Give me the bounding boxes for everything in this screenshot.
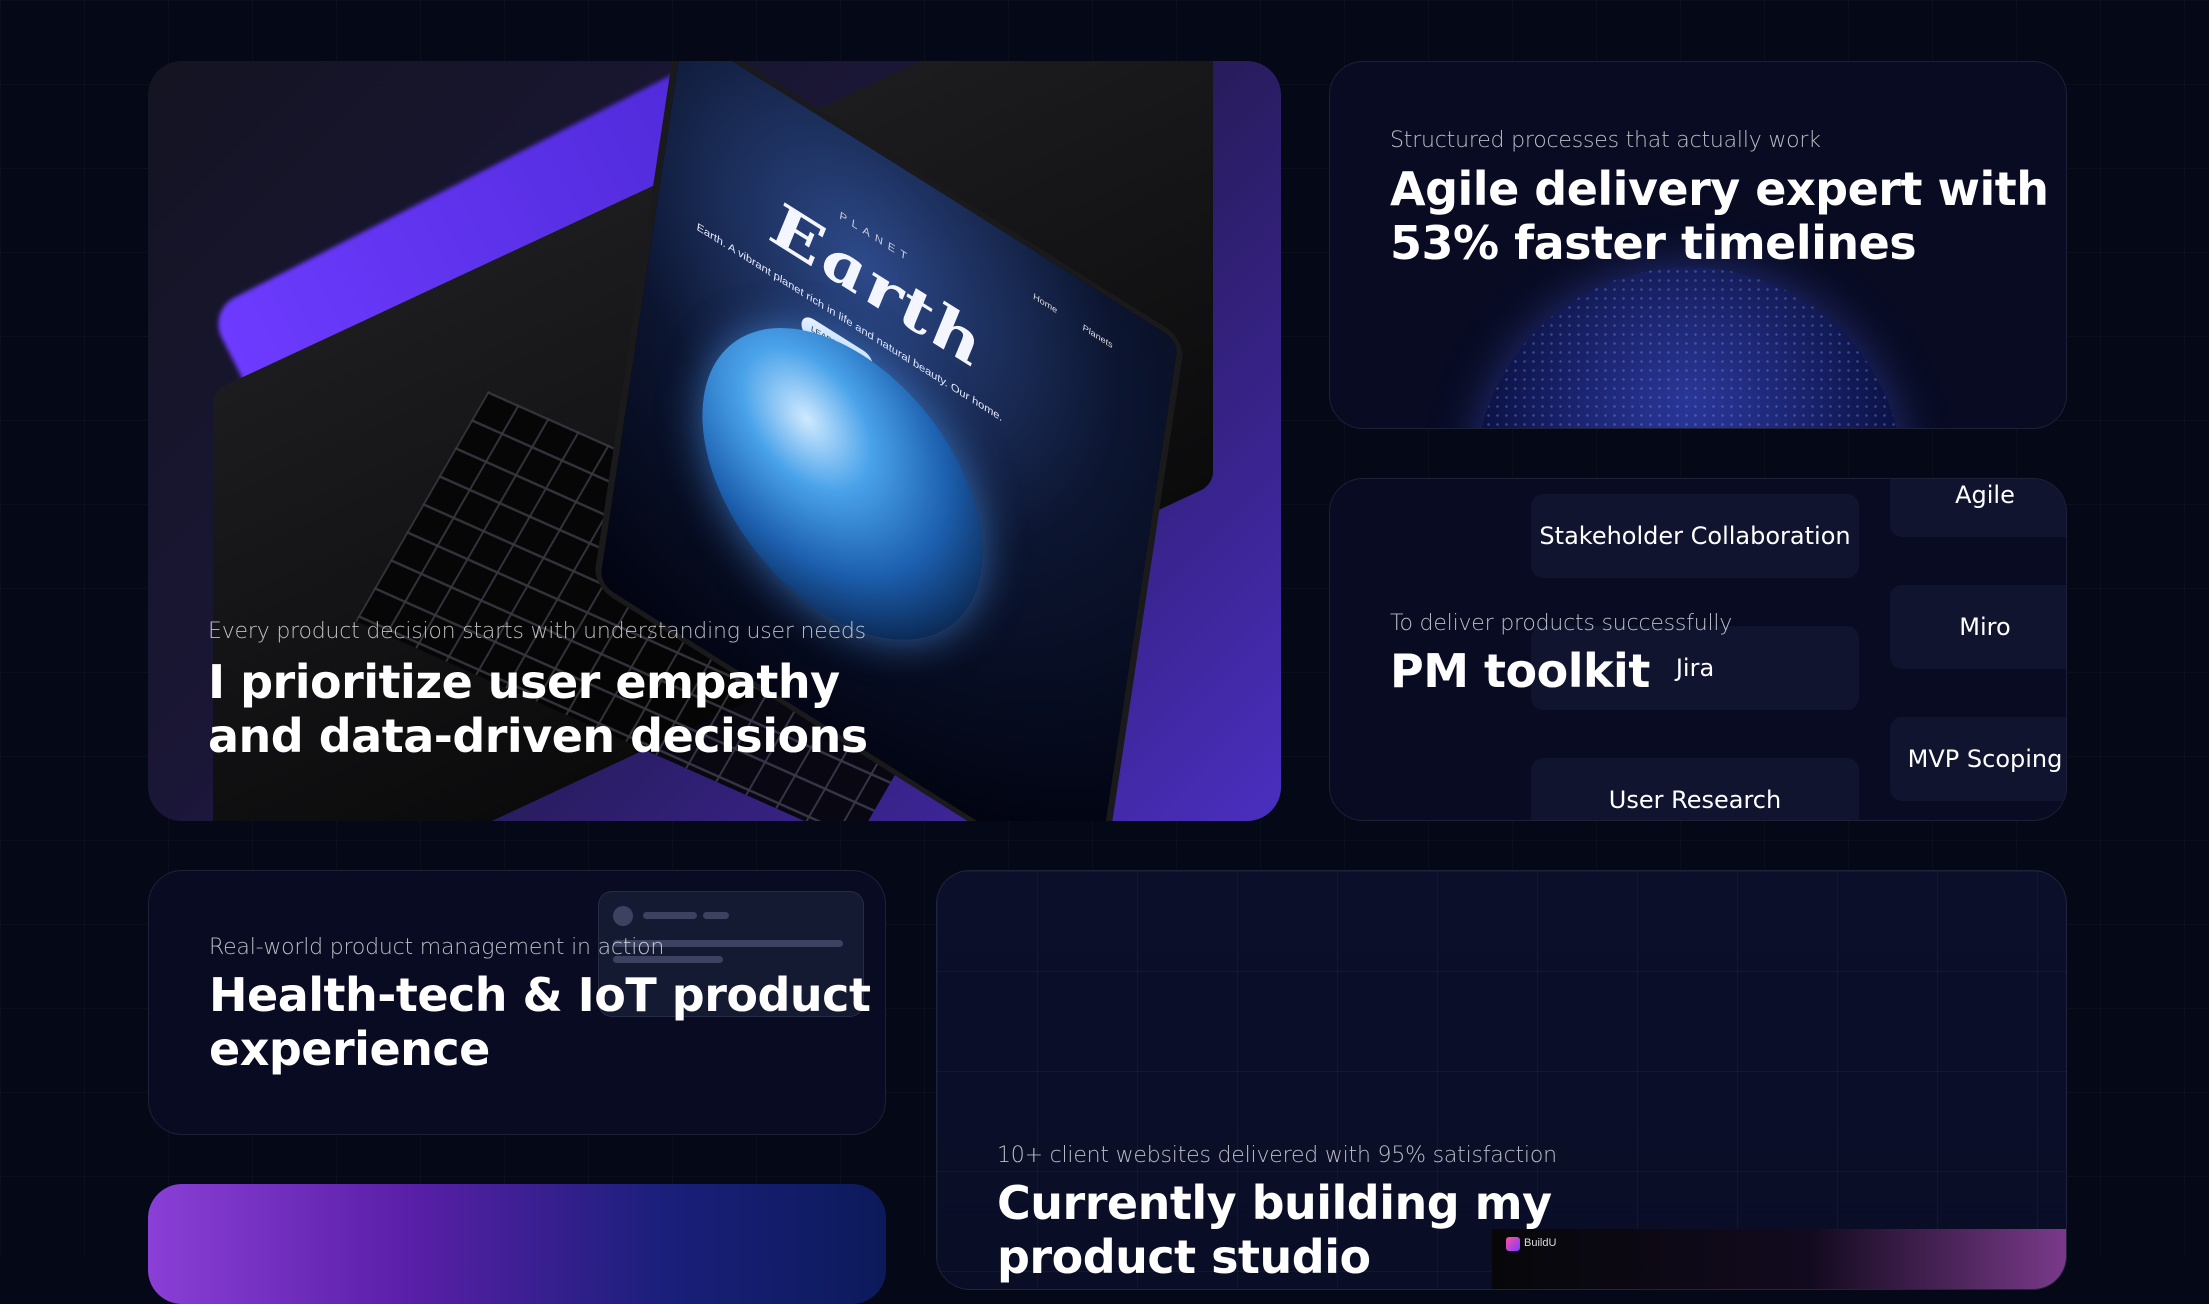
studio-website-preview: BuildU <box>1492 1229 2066 1289</box>
agile-subtitle: Structured processes that actually work <box>1390 128 1821 153</box>
studio-subtitle: 10+ client websites delivered with 95% s… <box>997 1143 1557 1168</box>
screen-nav-planets: Planets <box>1082 322 1114 351</box>
agile-heading-line1: Agile delivery expert with <box>1390 162 2049 216</box>
studio-heading-line1: Currently building my <box>997 1176 1552 1230</box>
chip-mvp-scoping: MVP Scoping <box>1890 717 2066 801</box>
empathy-subtitle: Every product decision starts with under… <box>208 619 866 644</box>
toolkit-card[interactable]: Stakeholder Collaboration Jira User Rese… <box>1329 478 2067 821</box>
health-subtitle: Real-world product management in action <box>209 935 665 960</box>
agile-card[interactable]: Structured processes that actually work … <box>1329 61 2067 429</box>
studio-preview-name: BuildU <box>1524 1237 1557 1249</box>
chip-miro: Miro <box>1890 585 2066 669</box>
bottom-gradient-card[interactable] <box>148 1184 886 1304</box>
mockup-line <box>703 912 729 919</box>
studio-card[interactable]: 10+ client websites delivered with 95% s… <box>936 870 2067 1290</box>
mockup-avatar <box>613 906 633 926</box>
toolkit-heading: PM toolkit <box>1390 644 1650 698</box>
studio-logo-icon <box>1506 1237 1520 1251</box>
globe-graphic <box>1475 267 1903 428</box>
agile-heading-line2: 53% faster timelines <box>1390 216 1917 270</box>
empathy-heading-line1: I prioritize user empathy <box>208 655 840 709</box>
empathy-heading-line2: and data-driven decisions <box>208 709 868 763</box>
health-heading-line2: experience <box>209 1022 490 1076</box>
empathy-card[interactable]: PLANET Earth Earth. A vibrant planet ric… <box>148 61 1281 821</box>
chip-agile: Agile <box>1890 479 2066 537</box>
health-card[interactable]: Real-world product management in action … <box>148 870 886 1135</box>
toolkit-subtitle: To deliver products successfully <box>1390 611 1733 636</box>
screen-nav-home: Home <box>1032 291 1058 316</box>
health-heading-line1: Health-tech & IoT product <box>209 968 871 1022</box>
mockup-line <box>643 912 697 919</box>
chip-user-research: User Research <box>1531 758 1859 820</box>
chip-stakeholder-collaboration: Stakeholder Collaboration <box>1531 494 1859 578</box>
studio-heading-line2: product studio <box>997 1230 1371 1284</box>
